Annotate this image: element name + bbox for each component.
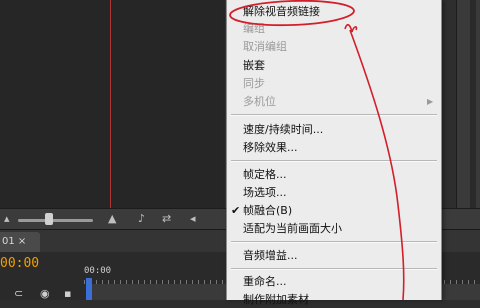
menu-item-rename[interactable]: 重命名... — [243, 273, 287, 290]
menu-item-speed-duration[interactable]: 速度/持续时间... — [243, 121, 323, 138]
menu-item-sync[interactable]: 同步 — [243, 75, 265, 92]
audio-icon[interactable]: ♪ — [138, 213, 145, 225]
export-frame-icon[interactable]: ⇄ — [162, 213, 171, 225]
menu-item-ungroup[interactable]: 取消编组 — [243, 38, 287, 55]
menu-item-group[interactable]: 编组 — [243, 20, 265, 37]
program-monitor — [0, 0, 226, 208]
menu-item-audio-gain[interactable]: 音频增益... — [243, 247, 298, 264]
checkmark-icon: ✔ — [231, 204, 241, 217]
mountain-icon[interactable]: ▲ — [108, 213, 116, 225]
menu-item-scale-to-frame[interactable]: 适配为当前画面大小 — [243, 220, 342, 237]
menu-item-nest[interactable]: 嵌套 — [243, 57, 265, 74]
zoom-out-icon[interactable]: ▴ — [4, 213, 10, 225]
playhead[interactable] — [86, 278, 92, 300]
menu-separator — [231, 241, 437, 243]
snap-icon[interactable]: ⊂ — [14, 287, 23, 300]
menu-item-unlink-av[interactable]: 解除视音频链接 — [243, 3, 320, 20]
zoom-slider-handle[interactable] — [45, 213, 53, 225]
menu-item-multicam[interactable]: 多机位 — [243, 93, 276, 110]
menu-separator — [231, 114, 437, 116]
menu-item-frame-blend[interactable]: 帧融合(B) — [243, 202, 292, 219]
menu-separator — [231, 268, 437, 270]
timecode-display[interactable]: 00:00 — [0, 256, 39, 271]
keyframe-icon[interactable]: ▪ — [64, 287, 71, 300]
right-scrollbar[interactable] — [470, 0, 476, 228]
scroll-left-icon[interactable]: ◂ — [190, 213, 196, 225]
zoom-slider-track[interactable] — [18, 219, 93, 222]
context-menu: 解除视音频链接 编组 取消编组 嵌套 同步 多机位 ▶ 速度/持续时间... 移… — [226, 0, 442, 306]
right-panel-edge — [456, 0, 480, 228]
submenu-arrow-icon: ▶ — [427, 97, 434, 106]
safe-margin-guide — [110, 0, 111, 208]
menu-item-frame-hold[interactable]: 帧定格... — [243, 166, 287, 183]
menu-item-field-options[interactable]: 场选项... — [243, 184, 287, 201]
menu-separator — [231, 160, 437, 162]
menu-item-remove-effects[interactable]: 移除效果... — [243, 139, 298, 156]
tab-sequence[interactable]: 01 × — [0, 232, 40, 252]
marker-icon[interactable]: ◉ — [40, 287, 50, 300]
